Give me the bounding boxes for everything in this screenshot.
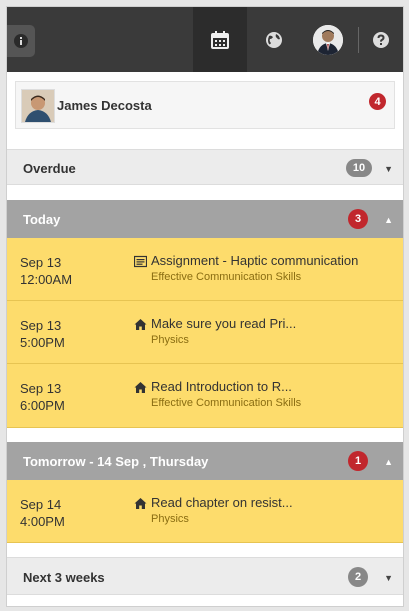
event-item[interactable]: Sep 13 12:00AM Assignment - Haptic commun… [7, 238, 403, 301]
info-button[interactable] [7, 25, 35, 57]
home-icon [134, 382, 147, 393]
event-item[interactable]: Sep 13 6:00PM Read Introduction to R... E… [7, 364, 403, 428]
event-date: Sep 14 [20, 497, 62, 512]
section-title: Tomorrow - 14 Sep , Thursday [23, 454, 209, 469]
event-time: 5:00PM [20, 335, 65, 350]
overdue-count-badge: 10 [346, 159, 372, 177]
section-next-weeks-header[interactable]: Next 3 weeks 2 ▼ [7, 557, 403, 595]
help-icon [373, 31, 389, 48]
chevron-down-icon[interactable]: ▼ [384, 573, 393, 583]
calendar-icon [211, 30, 229, 49]
event-course[interactable]: Effective Communication Skills [151, 271, 301, 283]
event-date: Sep 13 [20, 381, 62, 396]
section-today-header[interactable]: Today 3 ▲ [7, 200, 403, 238]
event-title[interactable]: Read chapter on resist... [151, 495, 293, 510]
event-course[interactable]: Physics [151, 513, 189, 525]
user-row[interactable]: James Decosta 4 [15, 81, 395, 129]
assignment-icon [134, 255, 147, 268]
event-time: 12:00AM [20, 272, 73, 287]
user-name: James Decosta [57, 98, 152, 113]
event-item[interactable]: Sep 13 5:00PM Make sure you read Pri... P… [7, 301, 403, 364]
event-time: 6:00PM [20, 398, 65, 413]
today-count-badge: 3 [348, 209, 368, 229]
top-bar [7, 7, 403, 72]
section-title: Next 3 weeks [23, 570, 105, 585]
event-course[interactable]: Physics [151, 334, 189, 346]
section-title: Today [23, 212, 61, 227]
user-photo [21, 89, 55, 123]
section-title: Overdue [23, 161, 76, 176]
calendar-button[interactable] [193, 7, 247, 72]
event-title[interactable]: Make sure you read Pri... [151, 316, 296, 331]
home-icon [134, 319, 147, 330]
info-icon [14, 34, 28, 48]
section-tomorrow-header[interactable]: Tomorrow - 14 Sep , Thursday 1 ▲ [7, 442, 403, 480]
app-frame: James Decosta 4 Overdue 10 ▼ Today 3 ▲ S… [6, 6, 404, 607]
section-overdue-header[interactable]: Overdue 10 ▼ [7, 149, 403, 185]
event-date: Sep 13 [20, 255, 62, 270]
user-notification-badge: 4 [369, 93, 386, 110]
avatar [313, 24, 343, 55]
event-time: 4:00PM [20, 514, 65, 529]
chevron-up-icon[interactable]: ▲ [384, 215, 393, 225]
chevron-up-icon[interactable]: ▲ [384, 457, 393, 467]
event-title[interactable]: Assignment - Haptic communication [151, 253, 358, 268]
event-course[interactable]: Effective Communication Skills [151, 397, 301, 409]
globe-icon [266, 31, 282, 48]
event-title[interactable]: Read Introduction to R... [151, 379, 292, 394]
globe-button[interactable] [247, 7, 301, 72]
event-date: Sep 13 [20, 318, 62, 333]
next-weeks-count-badge: 2 [348, 567, 368, 587]
help-button[interactable] [359, 7, 403, 72]
user-menu-button[interactable] [301, 7, 355, 72]
tomorrow-count-badge: 1 [348, 451, 368, 471]
event-item[interactable]: Sep 14 4:00PM Read chapter on resist... P… [7, 480, 403, 543]
home-icon [134, 498, 147, 509]
chevron-down-icon[interactable]: ▼ [384, 164, 393, 174]
